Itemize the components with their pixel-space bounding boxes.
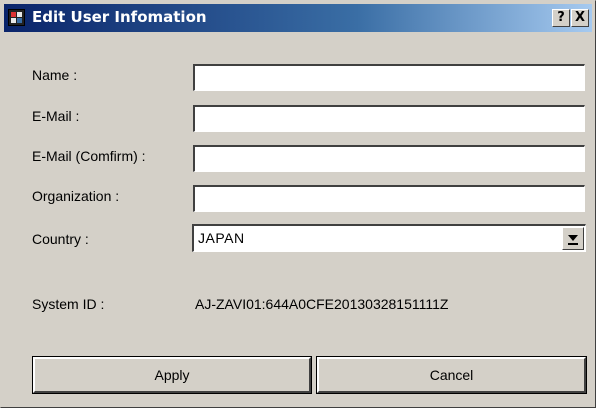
country-select[interactable]: JAPAN bbox=[192, 224, 586, 252]
organization-label: Organization : bbox=[32, 188, 120, 204]
organization-field[interactable] bbox=[193, 185, 585, 212]
title-bar[interactable]: Edit User Infomation ? X bbox=[4, 4, 592, 32]
email-field[interactable] bbox=[193, 105, 585, 132]
edit-user-dialog: Edit User Infomation ? X Name : E-Mail :… bbox=[0, 0, 596, 408]
close-button[interactable]: X bbox=[571, 9, 589, 27]
apply-button[interactable]: Apply bbox=[32, 356, 312, 394]
dialog-title: Edit User Infomation bbox=[32, 8, 207, 26]
system-id-value: AJ-ZAVI01:644A0CFE20130328151111Z bbox=[195, 296, 449, 312]
name-label: Name : bbox=[32, 67, 78, 83]
country-selected-value: JAPAN bbox=[198, 230, 245, 246]
name-field[interactable] bbox=[193, 64, 585, 91]
country-label: Country : bbox=[32, 231, 89, 247]
email-label: E-Mail : bbox=[32, 108, 80, 124]
help-button[interactable]: ? bbox=[552, 9, 570, 27]
email-confirm-field[interactable] bbox=[193, 145, 585, 172]
email-confirm-label: E-Mail (Comfirm) : bbox=[32, 148, 146, 164]
chevron-down-icon[interactable] bbox=[562, 227, 584, 250]
system-id-label: System ID : bbox=[32, 296, 105, 312]
app-icon bbox=[8, 9, 25, 26]
cancel-button[interactable]: Cancel bbox=[316, 356, 587, 394]
